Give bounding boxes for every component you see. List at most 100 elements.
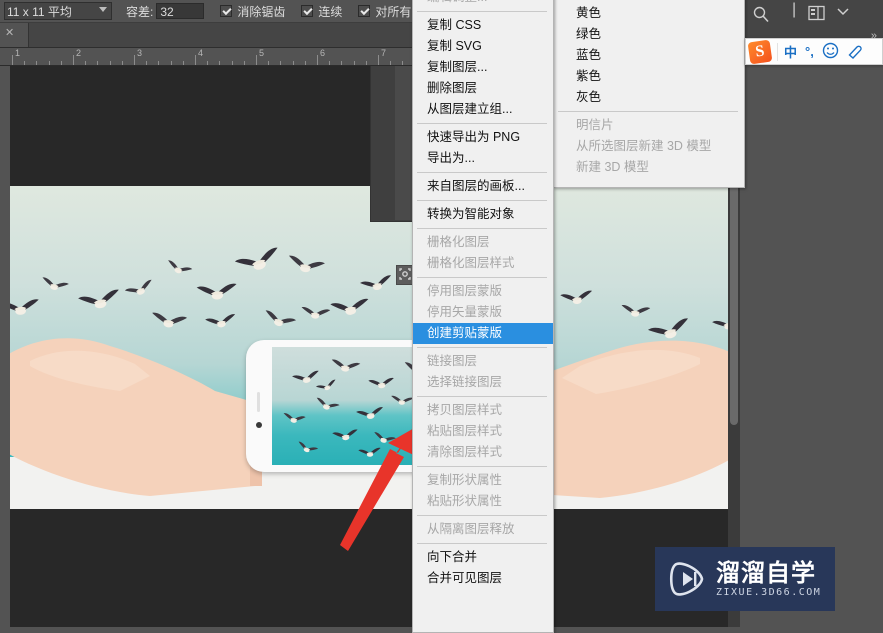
- tolerance-input[interactable]: 32: [156, 3, 205, 19]
- layer-context-menu[interactable]: 编辑调整... 复制 CSS复制 SVG复制图层...删除图层从图层建立组... 快…: [412, 0, 554, 633]
- sample-size-dropdown[interactable]: 11 x 11 平均: [4, 2, 112, 20]
- ruler-tick: [402, 61, 404, 65]
- seagull: [367, 376, 396, 393]
- ruler-tick: [24, 61, 26, 65]
- menu-item[interactable]: 从图层建立组...: [413, 99, 553, 120]
- menu-separator: [417, 466, 547, 467]
- ime-mode-chinese[interactable]: 中: [784, 42, 797, 61]
- document-photo: [0, 186, 740, 509]
- ruler-tick: [134, 55, 135, 65]
- workspace-icon[interactable]: [808, 5, 825, 24]
- menu-separator: [558, 111, 738, 112]
- menu-item[interactable]: 创建剪贴蒙版: [413, 323, 553, 344]
- submenu-item[interactable]: 黄色: [554, 3, 744, 24]
- layer-color-submenu[interactable]: 橙色黄色绿色蓝色紫色灰色明信片从所选图层新建 3D 模型新建 3D 模型: [553, 0, 745, 188]
- menu-separator: [417, 123, 547, 124]
- ruler-tick: [378, 55, 379, 65]
- menu-separator: [417, 11, 547, 12]
- skin-icon[interactable]: [847, 42, 864, 62]
- submenu-item[interactable]: 紫色: [554, 66, 744, 87]
- ruler-tick: [85, 61, 87, 65]
- menu-item[interactable]: 快速导出为 PNG: [413, 127, 553, 148]
- sogou-logo-icon[interactable]: S: [747, 39, 773, 64]
- menu-item: 栅格化图层样式: [427, 256, 515, 270]
- ruler-tick: [48, 61, 50, 65]
- ruler-tick: [365, 61, 367, 65]
- ruler-label: 7: [381, 48, 387, 58]
- watermark-title: 溜溜自学: [716, 559, 816, 587]
- ruler-label: 1: [15, 48, 21, 58]
- document-tab[interactable]: ✕: [0, 22, 29, 47]
- menu-item: 复制形状属性: [427, 473, 503, 487]
- divider: [777, 42, 778, 61]
- menu-item[interactable]: 向下合并: [413, 547, 553, 568]
- smiley-icon[interactable]: [822, 42, 839, 62]
- watermark-url: ZIXUE.3D66.COM: [716, 587, 822, 598]
- dock-top-bar: |: [740, 0, 883, 31]
- phone-speaker: [257, 392, 260, 412]
- search-icon[interactable]: [752, 5, 770, 26]
- submenu-item[interactable]: 灰色: [554, 87, 744, 108]
- ruler-tick: [182, 61, 184, 65]
- close-icon[interactable]: ✕: [5, 26, 14, 39]
- submenu-item: 从所选图层新建 3D 模型: [576, 139, 712, 153]
- checkbox-contiguous[interactable]: 连续: [301, 3, 342, 20]
- checkbox-icon[interactable]: [301, 5, 314, 17]
- left-panel-strip: [0, 47, 10, 627]
- ruler-label: 5: [259, 48, 265, 58]
- ruler-tick: [146, 61, 148, 65]
- ime-punctuation-mode[interactable]: °,: [805, 44, 814, 59]
- menu-item[interactable]: 转换为智能对象: [413, 204, 553, 225]
- menu-item: 栅格化图层: [427, 235, 490, 249]
- play-logo-icon: [667, 559, 707, 599]
- ruler-tick: [121, 61, 123, 65]
- menu-item[interactable]: 复制图层...: [413, 57, 553, 78]
- menu-item: 选择链接图层: [427, 375, 503, 389]
- ruler-tick: [60, 61, 62, 65]
- seagull: [389, 394, 414, 409]
- menu-separator: [417, 172, 547, 173]
- ruler-tick: [243, 61, 245, 65]
- menu-item: 清除图层样式: [427, 445, 503, 459]
- menu-item: 拷贝图层样式: [427, 403, 503, 417]
- sogou-ime-toolbar[interactable]: S 中 °,: [745, 38, 883, 65]
- checkbox-icon[interactable]: [220, 5, 233, 17]
- checkbox-antialias[interactable]: 消除锯齿: [220, 3, 285, 20]
- ruler-tick: [158, 61, 160, 65]
- sample-size-value: 11 x 11 平均: [7, 4, 72, 19]
- ruler-label: 2: [76, 48, 82, 58]
- menu-item[interactable]: 删除图层: [413, 78, 553, 99]
- ruler-tick: [73, 55, 74, 65]
- ruler-tick: [36, 61, 38, 65]
- menu-item: 从隔离图层释放: [427, 522, 515, 536]
- menu-item: 停用图层蒙版: [427, 284, 503, 298]
- ruler-tick: [109, 61, 111, 65]
- menu-separator: [417, 396, 547, 397]
- photoshop-window: 12345678910 ✕ 11 x 11 平均 容差: 32 消除锯齿 连续 …: [0, 0, 883, 633]
- submenu-item[interactable]: 蓝色: [554, 45, 744, 66]
- menu-item[interactable]: 导出为...: [413, 148, 553, 169]
- chevron-down-icon[interactable]: [836, 6, 850, 20]
- menu-item[interactable]: 复制 SVG: [413, 36, 553, 57]
- menu-item: 链接图层: [427, 354, 478, 368]
- menu-item[interactable]: 合并可见图层: [413, 568, 553, 589]
- ruler-tick: [329, 61, 331, 65]
- ruler-tick: [195, 55, 196, 65]
- submenu-item[interactable]: 绿色: [554, 24, 744, 45]
- menu-item[interactable]: 复制 CSS: [413, 15, 553, 36]
- submenu-item: 新建 3D 模型: [576, 160, 649, 174]
- menu-item: 停用矢量蒙版: [427, 305, 503, 319]
- ruler-tick: [12, 55, 13, 65]
- ruler-tick: [304, 61, 306, 65]
- watermark: 溜溜自学 ZIXUE.3D66.COM: [655, 547, 835, 611]
- menu-item[interactable]: 来自图层的画板...: [413, 176, 553, 197]
- watermark-text: 溜溜自学 ZIXUE.3D66.COM: [716, 560, 821, 598]
- ruler-tick: [207, 61, 209, 65]
- menu-item: 编辑调整...: [413, 0, 553, 8]
- menu-item: 粘贴形状属性: [427, 494, 503, 508]
- checkbox-label: 连续: [318, 4, 343, 19]
- ruler-tick: [280, 61, 282, 65]
- ruler-tick: [268, 61, 270, 65]
- divider: |: [792, 1, 797, 18]
- checkbox-icon[interactable]: [358, 5, 371, 17]
